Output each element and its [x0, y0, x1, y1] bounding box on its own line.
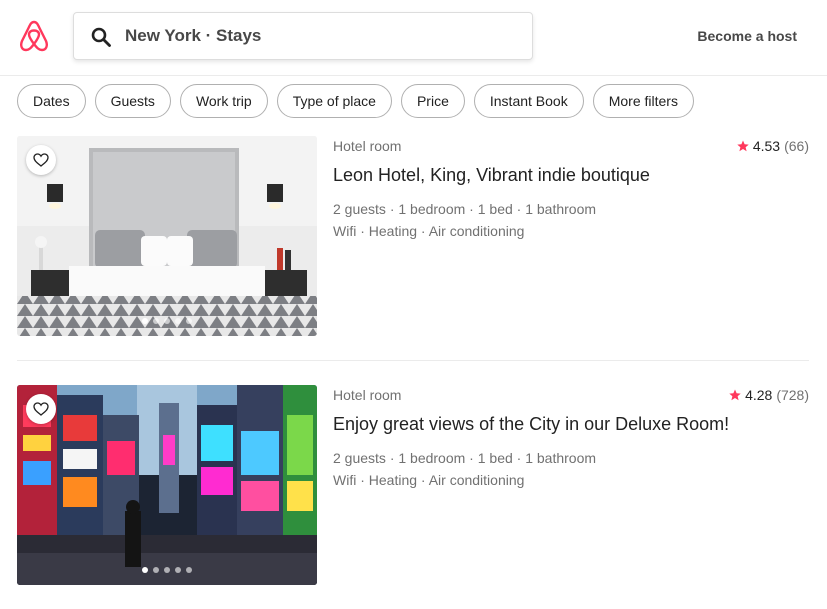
- listing-rating: 4.53 (66): [737, 138, 809, 154]
- carousel-dot[interactable]: [164, 567, 170, 573]
- star-icon: [737, 140, 749, 152]
- listing-title[interactable]: Enjoy great views of the City in our Del…: [333, 414, 729, 435]
- top-bar: New York · Stays Become a host: [0, 0, 827, 76]
- search-bar[interactable]: New York · Stays: [73, 12, 533, 60]
- listing-photo-hotel-bedroom[interactable]: [17, 136, 317, 336]
- carousel-dot[interactable]: [175, 567, 181, 573]
- filter-price[interactable]: Price: [400, 84, 465, 118]
- listing-photo-times-square[interactable]: [17, 385, 317, 585]
- listing-rating: 4.28 (728): [729, 387, 809, 403]
- search-icon: [91, 27, 111, 47]
- become-a-host-link[interactable]: Become a host: [697, 0, 797, 72]
- listing-divider: [17, 360, 809, 361]
- filter-instant-book[interactable]: Instant Book: [473, 84, 584, 118]
- carousel-dot[interactable]: [153, 318, 159, 324]
- search-query[interactable]: New York · Stays: [125, 13, 261, 59]
- listing-room-type: Hotel room: [333, 138, 402, 154]
- listing-specs: 2 guests · 1 bedroom · 1 bed · 1 bathroo…: [333, 450, 597, 466]
- filter-bar: Dates Guests Work trip Type of place Pri…: [17, 84, 694, 118]
- carousel-dot[interactable]: [186, 318, 192, 324]
- listing-amenities: Wifi · Heating · Air conditioning: [333, 223, 525, 239]
- photo-carousel-dots[interactable]: [17, 567, 317, 573]
- listing-amenities: Wifi · Heating · Air conditioning: [333, 472, 525, 488]
- heart-icon: [33, 153, 49, 167]
- carousel-dot[interactable]: [153, 567, 159, 573]
- photo-carousel-dots[interactable]: [17, 318, 317, 324]
- carousel-dot[interactable]: [186, 567, 192, 573]
- filter-work-trip[interactable]: Work trip: [179, 84, 268, 118]
- save-heart-button[interactable]: [26, 145, 56, 175]
- listing-card[interactable]: Hotel room 4.28 (728) Enjoy great views …: [17, 385, 809, 585]
- listing-room-type: Hotel room: [333, 387, 402, 403]
- carousel-dot[interactable]: [142, 318, 148, 324]
- star-icon: [729, 389, 741, 401]
- filter-dates[interactable]: Dates: [17, 84, 86, 118]
- filter-more-filters[interactable]: More filters: [592, 84, 694, 118]
- carousel-dot[interactable]: [142, 567, 148, 573]
- review-count: (728): [776, 387, 809, 403]
- review-count: (66): [784, 138, 809, 154]
- heart-icon: [33, 402, 49, 416]
- filter-guests[interactable]: Guests: [94, 84, 171, 118]
- save-heart-button[interactable]: [26, 394, 56, 424]
- listing-specs: 2 guests · 1 bedroom · 1 bed · 1 bathroo…: [333, 201, 597, 217]
- listing-info: Hotel room 4.53 (66) Leon Hotel, King, V…: [333, 136, 809, 336]
- rating-value: 4.53: [752, 138, 781, 154]
- rating-value: 4.28: [745, 387, 773, 403]
- listing-title[interactable]: Leon Hotel, King, Vibrant indie boutique: [333, 165, 650, 186]
- carousel-dot[interactable]: [175, 318, 181, 324]
- listing-card[interactable]: Hotel room 4.53 (66) Leon Hotel, King, V…: [17, 136, 809, 336]
- listing-info: Hotel room 4.28 (728) Enjoy great views …: [333, 385, 809, 585]
- filter-type-of-place[interactable]: Type of place: [276, 84, 392, 118]
- carousel-dot[interactable]: [164, 318, 170, 324]
- airbnb-logo-icon[interactable]: [18, 19, 50, 53]
